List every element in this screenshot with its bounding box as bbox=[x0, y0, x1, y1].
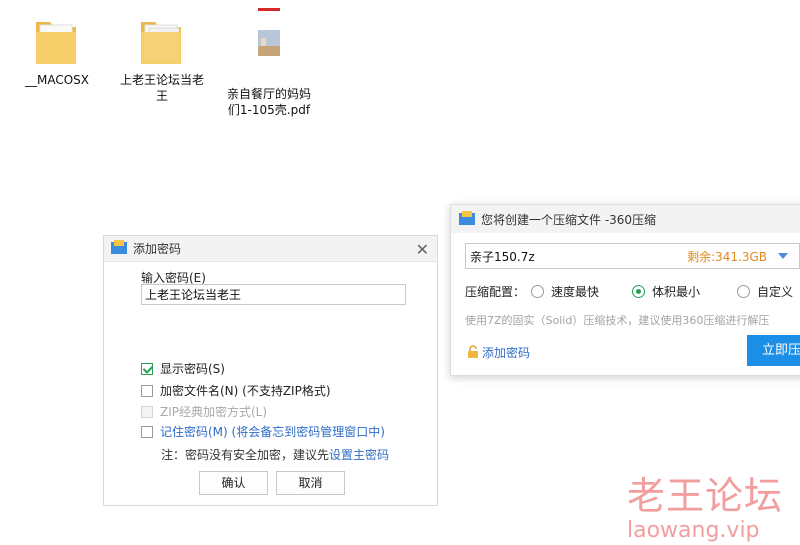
compression-hint: 使用7Z的固实（Solid）压缩技术，建议使用360压缩进行解压 bbox=[465, 314, 770, 327]
radio-smallest[interactable]: 体积最小 bbox=[632, 283, 700, 300]
desktop-icon-label: 亲自餐厅的妈妈们1-105壳.pdf bbox=[226, 87, 311, 117]
encrypt-filenames-checkbox[interactable]: 加密文件名(N) (不支持ZIP格式) bbox=[141, 382, 331, 399]
compress-config-label: 压缩配置： bbox=[465, 285, 526, 299]
set-master-password-link[interactable]: 设置主密码 bbox=[329, 448, 389, 462]
lock-icon bbox=[467, 344, 479, 361]
folder-icon bbox=[34, 16, 80, 68]
checkbox-icon bbox=[141, 405, 153, 418]
password-input[interactable] bbox=[141, 284, 406, 305]
dialog-title: 添加密码 bbox=[133, 242, 182, 256]
radio-icon bbox=[531, 285, 544, 298]
app-logo-icon bbox=[459, 210, 475, 228]
archive-filename-field[interactable]: 亲子150.7z 剩余:341.3GB bbox=[465, 243, 800, 269]
remember-password-checkbox[interactable]: 记住密码(M) (将会备忘到密码管理窗口中) bbox=[141, 423, 385, 440]
compress-now-button[interactable]: 立即压缩 bbox=[747, 335, 800, 366]
desktop-icon-label: 上老王论坛当老王 bbox=[119, 73, 204, 103]
dialog-titlebar: 您将创建一个压缩文件 -360压缩 bbox=[451, 205, 800, 233]
archive-filename: 亲子150.7z bbox=[470, 249, 535, 264]
watermark-text: 老王论坛 bbox=[627, 474, 784, 518]
add-password-dialog: 添加密码 ✕ 输入密码(E) 显示密码(S) 加密文件名(N) (不支持ZIP格… bbox=[103, 235, 438, 506]
zip-classic-encryption-checkbox: ZIP经典加密方式(L) bbox=[141, 403, 267, 420]
checkbox-icon bbox=[141, 384, 153, 397]
security-note: 注：密码没有安全加密，建议先设置主密码 bbox=[161, 448, 390, 462]
checkbox-icon bbox=[141, 425, 153, 438]
dialog-title: 您将创建一个压缩文件 -360压缩 bbox=[481, 212, 657, 227]
compress-dialog: 您将创建一个压缩文件 -360压缩 亲子150.7z 剩余:341.3GB 压缩… bbox=[450, 204, 800, 376]
desktop-icon-pdf[interactable]: 亲自餐厅的妈妈们1-105壳.pdf bbox=[224, 8, 314, 118]
app-logo-icon bbox=[111, 240, 127, 257]
checkbox-checked-icon bbox=[141, 362, 153, 375]
dialog-titlebar: 添加密码 bbox=[104, 236, 437, 262]
ok-button[interactable]: 确认 bbox=[199, 471, 268, 495]
radio-selected-icon bbox=[632, 285, 645, 298]
cancel-button[interactable]: 取消 bbox=[276, 471, 345, 495]
watermark: 老王论坛 laowang.vip bbox=[627, 465, 783, 543]
chevron-down-icon[interactable] bbox=[778, 253, 788, 259]
desktop-icon-macosx[interactable]: __MACOSX bbox=[12, 16, 102, 88]
add-password-link[interactable]: 添加密码 bbox=[467, 344, 530, 361]
watermark-url: laowang.vip bbox=[627, 518, 760, 543]
free-space-label: 剩余:341.3GB bbox=[687, 249, 767, 264]
pdf-thumbnail-icon bbox=[258, 8, 280, 80]
show-password-checkbox[interactable]: 显示密码(S) bbox=[141, 360, 225, 377]
desktop-icon-label: __MACOSX bbox=[24, 73, 89, 87]
desktop-icon-folder[interactable]: 上老王论坛当老王 bbox=[117, 16, 207, 104]
radio-fastest[interactable]: 速度最快 bbox=[531, 283, 599, 300]
radio-icon bbox=[737, 285, 750, 298]
radio-custom[interactable]: 自定义 bbox=[737, 283, 793, 300]
folder-icon bbox=[139, 16, 185, 68]
close-icon[interactable]: ✕ bbox=[416, 240, 429, 259]
